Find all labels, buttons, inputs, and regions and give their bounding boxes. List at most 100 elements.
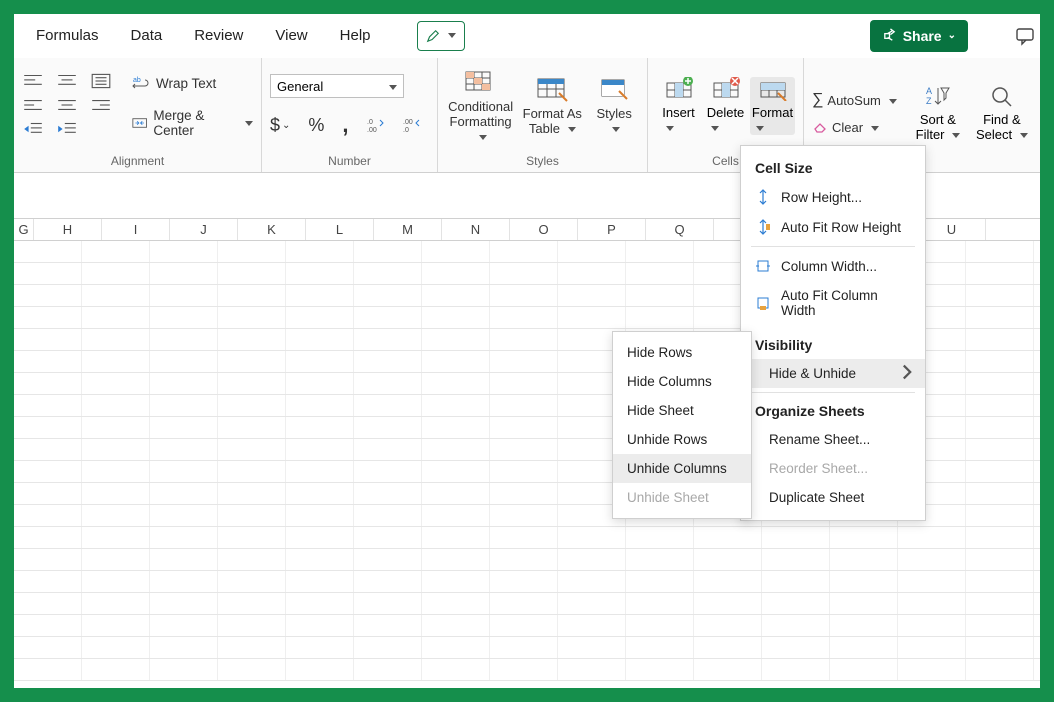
- submenu-hide-rows[interactable]: Hide Rows: [613, 338, 751, 367]
- chevron-down-icon: [385, 79, 397, 94]
- menu-item-label: Reorder Sheet...: [769, 461, 868, 476]
- cell-styles-button[interactable]: Styles: [589, 75, 639, 137]
- submenu-unhide-columns[interactable]: Unhide Columns: [613, 454, 751, 483]
- hide-unhide-submenu: Hide Rows Hide Columns Hide Sheet Unhide…: [612, 331, 752, 519]
- find-select-button[interactable]: Find & Select: [975, 84, 1029, 142]
- draw-pen-button[interactable]: [417, 21, 465, 51]
- svg-text:ab: ab: [133, 77, 141, 84]
- menu-section-visibility: Visibility: [741, 331, 925, 359]
- currency-button[interactable]: $ ⌄: [270, 112, 290, 138]
- svg-text:.0: .0: [367, 119, 373, 126]
- col-header[interactable]: M: [374, 219, 442, 240]
- comments-button[interactable]: [1010, 21, 1040, 51]
- insert-cells-button[interactable]: Insert: [656, 77, 701, 135]
- increase-indent-icon[interactable]: [56, 120, 78, 138]
- sort-filter-button[interactable]: AZ Sort & Filter: [911, 84, 965, 142]
- insert-label: Insert: [662, 105, 695, 120]
- menu-item-label: Hide & Unhide: [769, 366, 856, 381]
- chevron-down-icon: [564, 122, 576, 137]
- chevron-down-icon: [867, 120, 879, 135]
- menu-item-autofit-row[interactable]: Auto Fit Row Height: [741, 212, 925, 242]
- find-select-label: Find & Select: [976, 112, 1021, 142]
- merge-center-button[interactable]: Merge & Center: [132, 108, 253, 138]
- align-right-icon[interactable]: [90, 96, 112, 114]
- percent-button[interactable]: %: [308, 112, 324, 138]
- menu-item-label: Row Height...: [781, 190, 862, 205]
- chevron-down-icon: [662, 120, 674, 135]
- menu-item-column-width[interactable]: Column Width...: [741, 251, 925, 281]
- submenu-unhide-sheet: Unhide Sheet: [613, 483, 751, 512]
- submenu-hide-sheet[interactable]: Hide Sheet: [613, 396, 751, 425]
- clear-button[interactable]: Clear: [812, 119, 897, 135]
- autosum-label: AutoSum: [827, 93, 880, 108]
- menu-item-label: Auto Fit Column Width: [781, 288, 911, 318]
- col-header[interactable]: N: [442, 219, 510, 240]
- col-header[interactable]: I: [102, 219, 170, 240]
- share-button[interactable]: Share ⌄: [870, 20, 968, 52]
- tab-bar: Formulas Data Review View Help Share ⌄: [14, 14, 1040, 58]
- align-top-right-icon[interactable]: [90, 72, 112, 90]
- submenu-hide-columns[interactable]: Hide Columns: [613, 367, 751, 396]
- align-center-icon[interactable]: [56, 96, 78, 114]
- col-header[interactable]: O: [510, 219, 578, 240]
- align-left-icon[interactable]: [22, 96, 44, 114]
- menu-item-label: Rename Sheet...: [769, 432, 870, 447]
- chevron-down-icon: [1016, 127, 1028, 142]
- col-header[interactable]: H: [34, 219, 102, 240]
- group-label-alignment: Alignment: [14, 154, 261, 172]
- tab-review[interactable]: Review: [194, 27, 243, 44]
- tab-data[interactable]: Data: [131, 27, 163, 44]
- number-format-value: General: [277, 79, 323, 94]
- col-header[interactable]: U: [918, 219, 986, 240]
- chevron-down-icon: [948, 127, 960, 142]
- conditional-formatting-button[interactable]: Conditional Formatting: [446, 68, 515, 145]
- autosum-button[interactable]: ∑ AutoSum: [812, 91, 897, 109]
- menu-item-duplicate-sheet[interactable]: Duplicate Sheet: [741, 483, 925, 512]
- col-header[interactable]: J: [170, 219, 238, 240]
- menu-item-row-height[interactable]: Row Height...: [741, 182, 925, 212]
- col-header[interactable]: Q: [646, 219, 714, 240]
- chevron-down-icon: [475, 129, 487, 144]
- decrease-decimal-button[interactable]: .00.0: [403, 112, 421, 138]
- wrap-text-button[interactable]: ab Wrap Text: [132, 74, 253, 92]
- col-header[interactable]: G: [14, 219, 34, 240]
- col-header[interactable]: K: [238, 219, 306, 240]
- menu-section-organize: Organize Sheets: [741, 397, 925, 425]
- delete-cells-button[interactable]: Delete: [703, 77, 748, 135]
- conditional-formatting-label: Conditional Formatting: [448, 99, 513, 129]
- decrease-indent-icon[interactable]: [22, 120, 44, 138]
- clear-label: Clear: [832, 120, 863, 135]
- menu-item-rename-sheet[interactable]: Rename Sheet...: [741, 425, 925, 454]
- menu-item-reorder-sheet: Reorder Sheet...: [741, 454, 925, 483]
- increase-decimal-button[interactable]: .0.00: [367, 112, 385, 138]
- tab-view[interactable]: View: [275, 27, 307, 44]
- svg-text:Z: Z: [926, 96, 932, 106]
- submenu-unhide-rows[interactable]: Unhide Rows: [613, 425, 751, 454]
- align-top-left-icon[interactable]: [22, 72, 44, 90]
- format-label: Format: [752, 105, 793, 120]
- svg-text:.00: .00: [367, 127, 377, 133]
- svg-text:.0: .0: [403, 127, 409, 133]
- col-header[interactable]: P: [578, 219, 646, 240]
- svg-text:.00: .00: [403, 119, 413, 126]
- chevron-right-icon: [899, 364, 915, 383]
- share-label: Share: [903, 28, 942, 44]
- format-as-table-button[interactable]: Format As Table: [521, 75, 583, 137]
- chevron-down-icon: [885, 93, 897, 108]
- menu-item-label: Duplicate Sheet: [769, 490, 864, 505]
- group-label-styles: Styles: [438, 154, 647, 172]
- tab-help[interactable]: Help: [340, 27, 371, 44]
- align-top-center-icon[interactable]: [56, 72, 78, 90]
- svg-text:A: A: [926, 86, 932, 96]
- number-format-select[interactable]: General: [270, 74, 404, 98]
- comma-style-button[interactable]: ,: [342, 112, 348, 138]
- chevron-down-icon: [241, 116, 253, 131]
- group-label-number: Number: [262, 154, 437, 172]
- chevron-down-icon: [444, 27, 456, 45]
- menu-item-autofit-column[interactable]: Auto Fit Column Width: [741, 281, 925, 325]
- tab-formulas[interactable]: Formulas: [36, 27, 99, 44]
- format-cells-button[interactable]: Format: [750, 77, 795, 135]
- col-header[interactable]: L: [306, 219, 374, 240]
- menu-item-hide-unhide[interactable]: Hide & Unhide: [741, 359, 925, 388]
- chevron-down-icon: [608, 122, 620, 137]
